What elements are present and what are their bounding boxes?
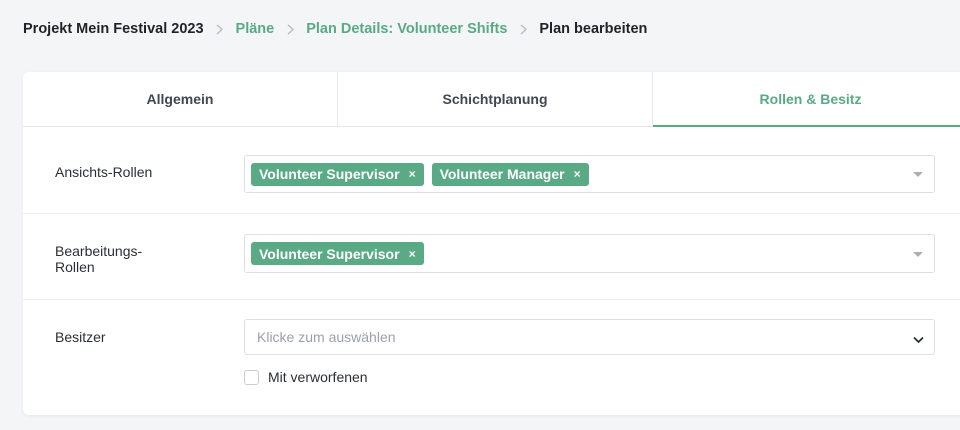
view-roles-label: Ansichts-Rollen	[55, 164, 153, 180]
plan-edit-card: Allgemein Schichtplanung Rollen & Besitz…	[23, 72, 960, 415]
edit-roles-row: Bearbeitungs- Rollen Volunteer Superviso…	[23, 214, 960, 300]
owner-label: Besitzer	[55, 329, 106, 345]
edit-roles-select[interactable]: Volunteer Supervisor ×	[244, 234, 935, 273]
breadcrumb: Projekt Mein Festival 2023 Pläne Plan De…	[23, 20, 647, 38]
view-roles-row: Ansichts-Rollen Volunteer Supervisor × V…	[23, 127, 960, 214]
owner-placeholder: Klicke zum auswählen	[257, 329, 396, 345]
chevron-right-icon	[204, 21, 236, 37]
tab-general[interactable]: Allgemein	[23, 72, 338, 126]
chevron-right-icon	[274, 21, 306, 37]
breadcrumb-plans[interactable]: Pläne	[236, 21, 275, 37]
role-tag: Volunteer Supervisor ×	[251, 162, 424, 186]
breadcrumb-plan-details[interactable]: Plan Details: Volunteer Shifts	[306, 21, 507, 37]
remove-tag-icon[interactable]: ×	[574, 167, 581, 181]
chevron-down-icon[interactable]	[913, 331, 924, 349]
tab-shift-planning[interactable]: Schichtplanung	[338, 72, 653, 126]
chevron-right-icon	[507, 21, 539, 37]
owner-select[interactable]: Klicke zum auswählen	[244, 319, 935, 355]
view-roles-select[interactable]: Volunteer Supervisor × Volunteer Manager…	[244, 155, 935, 193]
breadcrumb-project[interactable]: Projekt Mein Festival 2023	[23, 21, 204, 37]
remove-tag-icon[interactable]: ×	[409, 167, 416, 181]
role-tag: Volunteer Supervisor ×	[251, 242, 424, 265]
breadcrumb-current: Plan bearbeiten	[539, 21, 648, 37]
role-tag-label: Volunteer Manager	[439, 166, 565, 182]
role-tag-label: Volunteer Supervisor	[259, 166, 400, 182]
dropdown-caret-icon[interactable]	[913, 251, 923, 257]
role-tag-label: Volunteer Supervisor	[259, 245, 400, 262]
dropdown-caret-icon[interactable]	[913, 172, 923, 177]
remove-tag-icon[interactable]: ×	[409, 247, 416, 261]
edit-roles-label-line2: Rollen	[55, 259, 95, 275]
edit-roles-label-line1: Bearbeitungs-	[55, 243, 143, 259]
include-discarded-checkbox[interactable]	[244, 369, 259, 385]
role-tag: Volunteer Manager ×	[431, 162, 589, 186]
edit-roles-label: Bearbeitungs- Rollen	[55, 243, 142, 275]
include-discarded-label: Mit verworfenen	[268, 369, 368, 385]
include-discarded-option[interactable]: Mit verworfenen	[244, 369, 368, 385]
tab-bar: Allgemein Schichtplanung Rollen & Besitz	[23, 72, 960, 127]
tab-roles-ownership[interactable]: Rollen & Besitz	[653, 72, 960, 127]
